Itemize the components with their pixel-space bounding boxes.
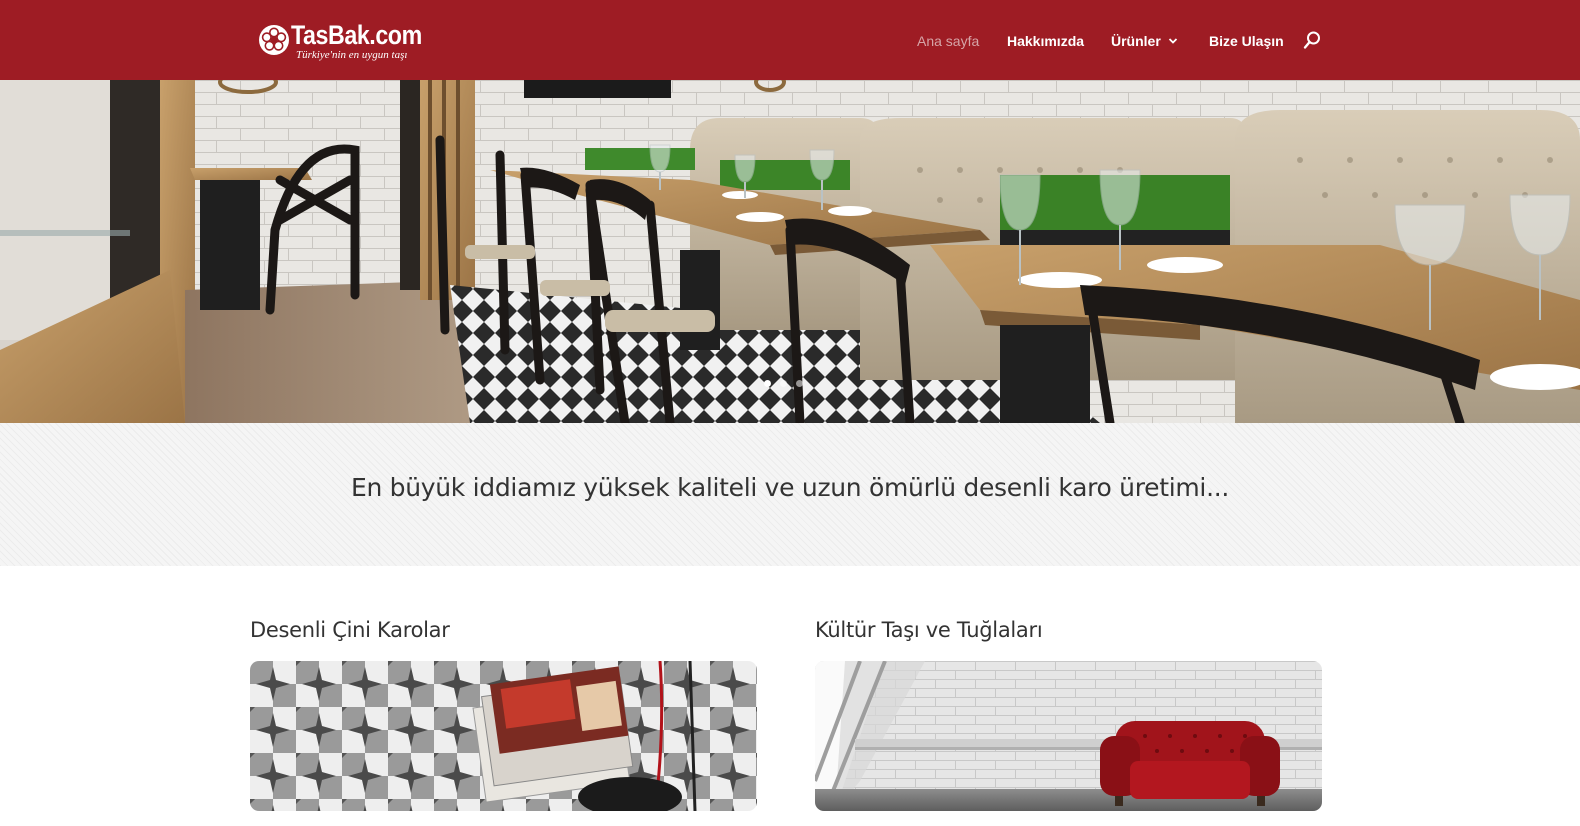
nav-item-label: Ana sayfa	[917, 33, 980, 49]
site-logo[interactable]: TasBak.com Türkiye'nin en uygun taşı	[258, 20, 438, 64]
brick-wall-armchair-image	[815, 661, 1322, 811]
search-icon[interactable]	[1303, 31, 1321, 50]
slider-dot-2[interactable]	[780, 380, 787, 387]
nav-item-label: Ürünler	[1111, 33, 1161, 49]
nav-item-products[interactable]: Ürünler	[1111, 33, 1178, 49]
nav-item-home[interactable]: Ana sayfa	[917, 33, 979, 49]
category-title-bricks[interactable]: Kültür Taşı ve Tuğlaları	[815, 618, 1043, 642]
flower-logo-icon	[259, 25, 289, 55]
tagline-text: En büyük iddiamız yüksek kaliteli ve uzu…	[350, 473, 1230, 502]
restaurant-interior-image	[0, 80, 1580, 423]
category-title-tiles[interactable]: Desenli Çini Karolar	[250, 618, 450, 642]
slider-dot-1[interactable]	[764, 380, 771, 387]
tagline-section: En büyük iddiamız yüksek kaliteli ve uzu…	[0, 423, 1580, 566]
patterned-tiles-image	[250, 661, 757, 811]
nav-item-about[interactable]: Hakkımızda	[1007, 33, 1084, 49]
slider-dot-3[interactable]	[796, 380, 803, 387]
category-image-tiles[interactable]	[250, 661, 757, 811]
nav-item-contact[interactable]: Bize Ulaşın	[1209, 33, 1284, 49]
slider-pagination	[764, 380, 803, 387]
nav-item-label: Bize Ulaşın	[1209, 33, 1284, 49]
category-image-bricks[interactable]	[815, 661, 1322, 811]
logo-text: TasBak.com	[291, 20, 422, 50]
chevron-down-icon	[1168, 38, 1177, 44]
nav-item-label: Hakkımızda	[1007, 33, 1085, 49]
site-header: TasBak.com Türkiye'nin en uygun taşı Ana…	[0, 0, 1580, 80]
logo-tagline: Türkiye'nin en uygun taşı	[296, 49, 408, 61]
hero-slider[interactable]	[0, 80, 1580, 423]
